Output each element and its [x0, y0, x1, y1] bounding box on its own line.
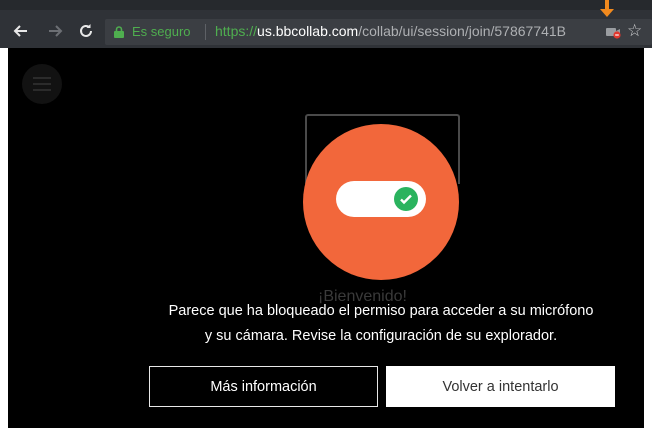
retry-button[interactable]: Volver a intentarlo — [386, 366, 615, 407]
orange-arrow-icon — [600, 0, 614, 17]
session-join-page: ¡Bienvenido! Parece que ha bloqueado el … — [8, 48, 644, 428]
message-line-1: Parece que ha bloqueado el permiso para … — [168, 303, 594, 319]
secure-label[interactable]: Es seguro — [132, 24, 191, 39]
star-icon[interactable]: ☆ — [627, 21, 642, 41]
tab-strip — [0, 0, 652, 10]
arrow-right-icon — [49, 25, 63, 37]
checkmark-icon — [400, 194, 412, 205]
arrow-left-icon — [13, 25, 27, 37]
url-text[interactable]: https://us.bbcollab.com/collab/ui/sessio… — [215, 23, 599, 39]
message-line-2: y su cámara. Revise la configuración de … — [204, 328, 558, 344]
more-info-button[interactable]: Más información — [149, 366, 378, 407]
permission-message: Parece que ha bloqueado el permiso para … — [138, 299, 624, 349]
url-scheme: https:// — [215, 23, 258, 39]
reload-icon — [80, 24, 92, 37]
url-host: us.bbcollab.com — [257, 23, 359, 39]
address-bar[interactable]: Es seguro https://us.bbcollab.com/collab… — [105, 19, 652, 45]
hamburger-line — [33, 77, 51, 79]
reload-button[interactable] — [76, 21, 96, 41]
browser-toolbar: Es seguro https://us.bbcollab.com/collab… — [0, 0, 652, 48]
toggle-switch — [336, 181, 426, 217]
hamburger-line — [33, 89, 51, 91]
lock-icon — [114, 26, 124, 38]
back-button[interactable] — [10, 21, 30, 41]
url-divider — [205, 24, 206, 40]
toggle-knob — [394, 187, 418, 211]
hamburger-line — [33, 83, 51, 85]
camera-blocked-icon[interactable] — [606, 25, 622, 39]
url-path: /collab/ui/session/join/57867741B — [358, 23, 567, 39]
permission-illustration — [303, 124, 459, 280]
menu-button[interactable] — [22, 64, 62, 104]
forward-button[interactable] — [46, 21, 66, 41]
